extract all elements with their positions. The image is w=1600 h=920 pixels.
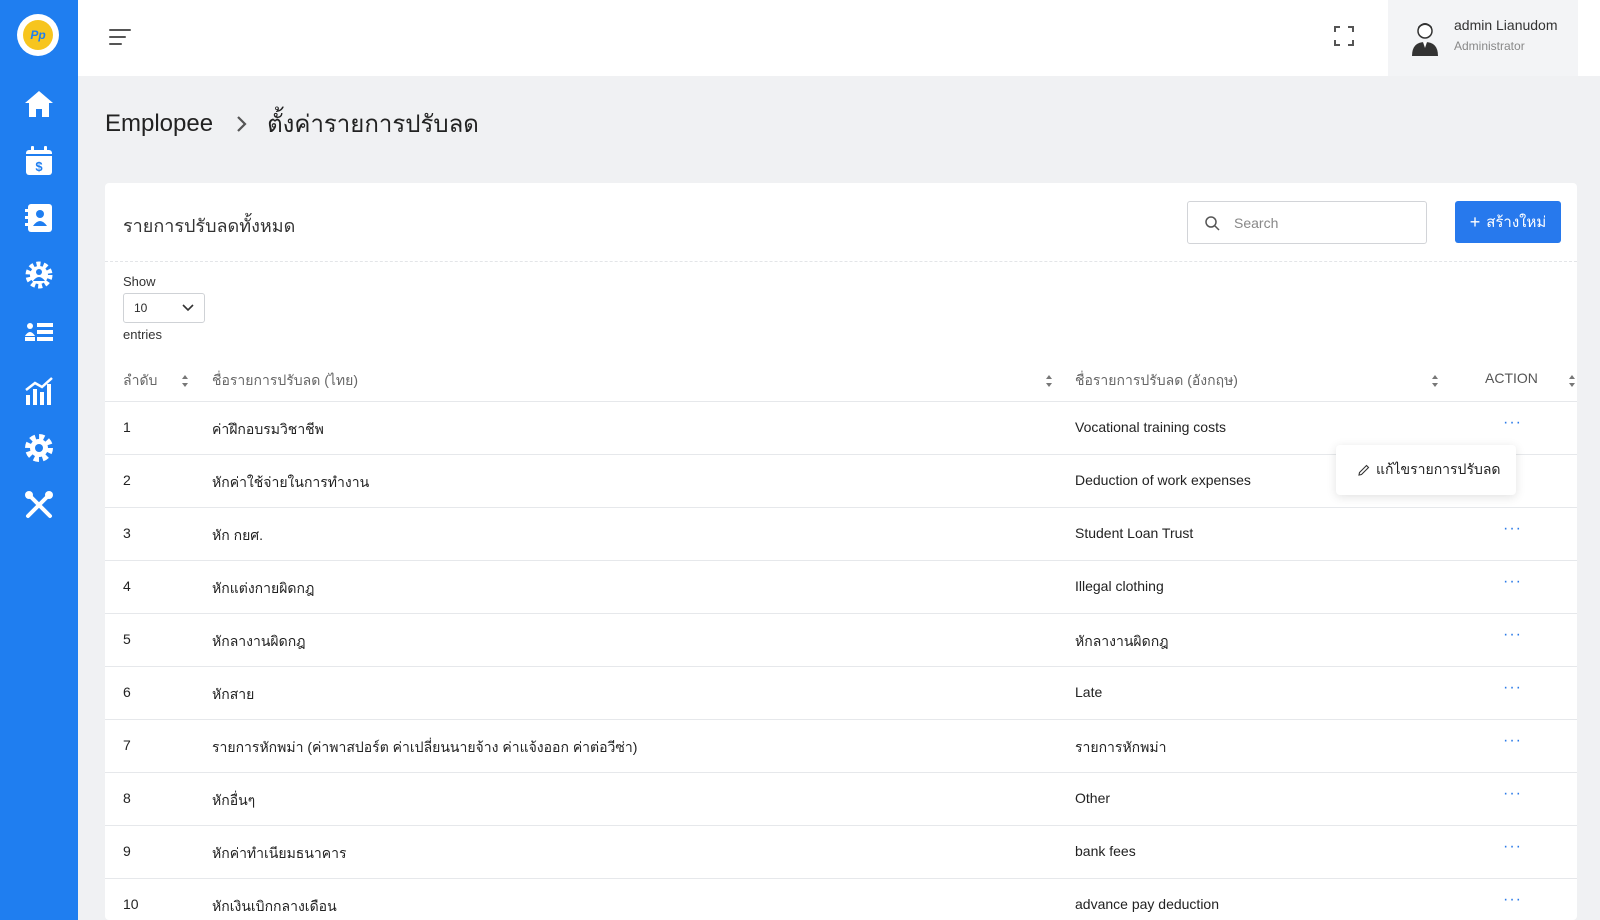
cell-name-en: Illegal clothing bbox=[1075, 578, 1164, 594]
menu-icon[interactable] bbox=[108, 24, 134, 50]
sort-icon[interactable] bbox=[1431, 374, 1439, 388]
svg-text:$: $ bbox=[35, 159, 43, 174]
cell-name-th: หักแต่งกายผิดกฎ bbox=[212, 580, 315, 596]
table-row: 3 หัก กยศ. Student Loan Trust ··· bbox=[105, 508, 1577, 561]
cell-name-th: หักเงินเบิกกลางเดือน bbox=[212, 898, 337, 914]
cell-name-en: Vocational training costs bbox=[1075, 419, 1226, 435]
sort-icon[interactable] bbox=[1045, 374, 1053, 388]
team-gear-icon[interactable] bbox=[19, 255, 59, 295]
more-actions-icon[interactable]: ··· bbox=[1503, 785, 1522, 803]
more-actions-icon[interactable]: ··· bbox=[1503, 732, 1522, 750]
col-header-name-th[interactable]: ชื่อรายการปรับลด (ไทย) bbox=[212, 370, 358, 392]
user-name: admin Lianudom bbox=[1454, 17, 1558, 33]
more-actions-icon[interactable]: ··· bbox=[1503, 414, 1522, 432]
cell-name-th: หักสาย bbox=[212, 686, 255, 702]
search-input[interactable] bbox=[1234, 214, 1404, 231]
sort-icon[interactable] bbox=[181, 374, 189, 388]
chart-icon[interactable] bbox=[19, 371, 59, 411]
cell-no: 10 bbox=[123, 896, 139, 912]
table-row: 8 หักอื่นๆ Other ··· bbox=[105, 773, 1577, 826]
more-actions-icon[interactable]: ··· bbox=[1503, 626, 1522, 644]
breadcrumb: Emplopee ตั้งค่ารายการปรับลด bbox=[105, 104, 479, 143]
pencil-icon bbox=[1358, 464, 1370, 476]
page-title: ตั้งค่ารายการปรับลด bbox=[267, 111, 479, 138]
cell-no: 5 bbox=[123, 631, 131, 647]
cell-name-en: bank fees bbox=[1075, 843, 1136, 859]
fullscreen-icon[interactable] bbox=[1332, 24, 1356, 48]
search-field[interactable] bbox=[1187, 201, 1427, 244]
cell-no: 9 bbox=[123, 843, 131, 859]
more-actions-icon[interactable]: ··· bbox=[1503, 573, 1522, 591]
cell-no: 3 bbox=[123, 525, 131, 541]
cell-name-th: หักค่าใช้จ่ายในการทำงาน bbox=[212, 474, 370, 490]
cell-name-en: Other bbox=[1075, 790, 1111, 806]
table-row: 4 หักแต่งกายผิดกฎ Illegal clothing ··· bbox=[105, 561, 1577, 614]
more-actions-icon[interactable]: ··· bbox=[1503, 520, 1522, 538]
app-logo[interactable]: Pp bbox=[17, 14, 59, 56]
sort-icon[interactable] bbox=[1568, 374, 1576, 388]
user-menu[interactable]: admin Lianudom Administrator bbox=[1388, 0, 1578, 76]
cell-no: 2 bbox=[123, 472, 131, 488]
contact-book-icon[interactable] bbox=[19, 198, 59, 238]
deductions-card: รายการปรับลดทั้งหมด + สร้างใหม่ Show 10 … bbox=[105, 183, 1577, 920]
payroll-calendar-icon[interactable]: $ bbox=[19, 141, 59, 181]
user-avatar-icon bbox=[1410, 20, 1440, 56]
col-header-no[interactable]: ลำดับ bbox=[123, 370, 157, 392]
table-row: 7 รายการหักพม่า (ค่าพาสปอร์ต ค่าเปลี่ยนน… bbox=[105, 720, 1577, 773]
logo-mark: Pp bbox=[23, 20, 53, 50]
cell-name-th: หัก กยศ. bbox=[212, 527, 264, 543]
card-divider bbox=[105, 261, 1577, 262]
settings-icon[interactable] bbox=[19, 428, 59, 468]
more-actions-icon[interactable]: ··· bbox=[1503, 679, 1522, 697]
entries-value: 10 bbox=[134, 301, 148, 315]
edit-deduction-menu-item[interactable]: แก้ไขรายการปรับลด bbox=[1336, 445, 1516, 495]
card-title: รายการปรับลดทั้งหมด bbox=[123, 216, 296, 236]
table-row: 5 หักลางานผิดกฎ หักลางานผิดกฎ ··· bbox=[105, 614, 1577, 667]
cell-no: 6 bbox=[123, 684, 131, 700]
home-icon[interactable] bbox=[19, 84, 59, 124]
create-new-label: สร้างใหม่ bbox=[1486, 214, 1547, 231]
col-header-name-en[interactable]: ชื่อรายการปรับลด (อังกฤษ) bbox=[1075, 370, 1238, 392]
table-header: ลำดับ ชื่อรายการปรับลด (ไทย) ชื่อรายการป… bbox=[105, 358, 1577, 402]
create-new-button[interactable]: + สร้างใหม่ bbox=[1455, 201, 1561, 243]
cell-name-th: หักอื่นๆ bbox=[212, 792, 256, 808]
chevron-down-icon bbox=[182, 304, 194, 312]
col-header-action: ACTION bbox=[1485, 370, 1538, 386]
cell-name-en: Late bbox=[1075, 684, 1103, 700]
show-label: Show bbox=[123, 274, 156, 289]
cell-name-en: advance pay deduction bbox=[1075, 896, 1219, 912]
cell-name-en: Deduction of work expenses bbox=[1075, 472, 1251, 488]
cell-no: 8 bbox=[123, 790, 131, 806]
topbar: admin Lianudom Administrator bbox=[78, 0, 1600, 76]
table-row: 10 หักเงินเบิกกลางเดือน advance pay dedu… bbox=[105, 879, 1577, 920]
cell-no: 1 bbox=[123, 419, 131, 435]
more-actions-icon[interactable]: ··· bbox=[1503, 838, 1522, 856]
list-icon[interactable] bbox=[19, 312, 59, 352]
tools-icon[interactable] bbox=[19, 485, 59, 525]
cell-name-th: หักค่าทำเนียมธนาคาร bbox=[212, 845, 347, 861]
user-role: Administrator bbox=[1454, 39, 1525, 53]
more-actions-icon[interactable]: ··· bbox=[1503, 891, 1522, 909]
breadcrumb-parent[interactable]: Emplopee bbox=[105, 110, 213, 138]
chevron-right-icon bbox=[237, 115, 247, 132]
cell-name-th: รายการหักพม่า (ค่าพาสปอร์ต ค่าเปลี่ยนนาย… bbox=[212, 739, 638, 755]
cell-name-th: ค่าฝึกอบรมวิชาชีพ bbox=[212, 421, 324, 437]
cell-no: 7 bbox=[123, 737, 131, 753]
sidebar: Pp $ bbox=[0, 0, 78, 920]
cell-name-th: หักลางานผิดกฎ bbox=[212, 633, 306, 649]
plus-icon: + bbox=[1469, 211, 1481, 232]
table-row: 6 หักสาย Late ··· bbox=[105, 667, 1577, 720]
entries-label: entries bbox=[123, 327, 163, 342]
search-icon bbox=[1205, 215, 1220, 231]
cell-name-en: Student Loan Trust bbox=[1075, 525, 1194, 541]
cell-name-en: หักลางานผิดกฎ bbox=[1075, 633, 1169, 649]
entries-select[interactable]: 10 bbox=[123, 293, 205, 323]
table-row: 9 หักค่าทำเนียมธนาคาร bank fees ··· bbox=[105, 826, 1577, 879]
cell-no: 4 bbox=[123, 578, 131, 594]
edit-deduction-label: แก้ไขรายการปรับลด bbox=[1376, 461, 1501, 477]
cell-name-en: รายการหักพม่า bbox=[1075, 739, 1167, 755]
